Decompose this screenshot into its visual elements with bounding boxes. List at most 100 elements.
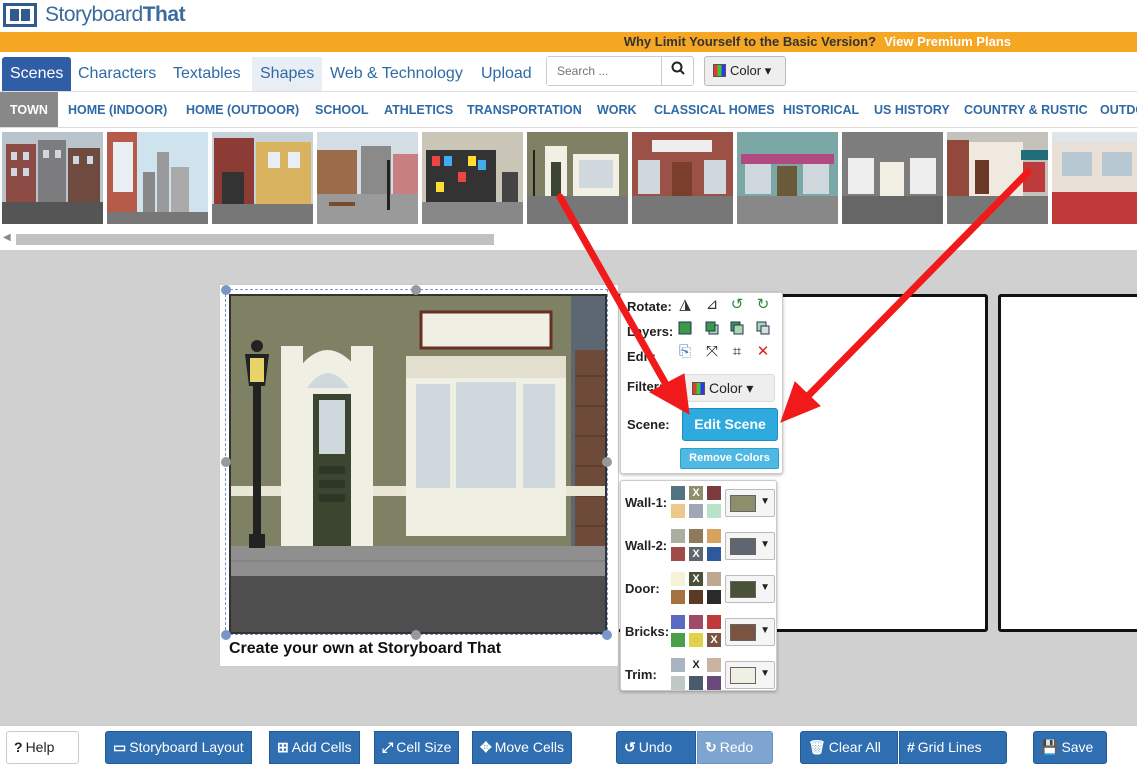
resize-handle[interactable] bbox=[221, 457, 231, 467]
rotate-right-icon[interactable]: ↻ bbox=[755, 297, 771, 313]
tab-textables[interactable]: Textables bbox=[165, 57, 249, 91]
wall-2-color-picker[interactable]: ▼ bbox=[725, 532, 775, 560]
color-swatch[interactable] bbox=[671, 633, 685, 647]
move-cells-button[interactable]: ✥ Move Cells bbox=[472, 731, 572, 764]
delete-icon[interactable]: ✕ bbox=[755, 344, 771, 360]
color-swatch-selected[interactable]: X bbox=[689, 486, 703, 500]
category-us-history[interactable]: US HISTORY bbox=[866, 92, 958, 127]
filter-color-button[interactable]: Color ▾ bbox=[681, 374, 775, 402]
grid-lines-button[interactable]: # Grid Lines bbox=[899, 731, 1007, 764]
scrollbar-thumb[interactable] bbox=[16, 234, 494, 245]
thumbnail-scrollbar[interactable]: ◀ bbox=[0, 226, 1137, 250]
category-home-indoor[interactable]: HOME (INDOOR) bbox=[60, 92, 175, 127]
scene-thumbnail[interactable] bbox=[2, 132, 103, 224]
premium-plans-link[interactable]: View Premium Plans bbox=[884, 34, 1011, 49]
category-work[interactable]: WORK bbox=[589, 92, 645, 127]
color-swatch[interactable] bbox=[707, 615, 721, 629]
redo-button[interactable]: ↻ Redo bbox=[697, 731, 773, 764]
add-cells-button[interactable]: ⊞ Add Cells bbox=[269, 731, 360, 764]
fit-to-cell-icon[interactable]: ⤧ bbox=[704, 344, 720, 360]
color-swatch-selected[interactable]: X bbox=[689, 547, 703, 561]
crop-icon[interactable]: ⌗ bbox=[729, 344, 745, 360]
storyboard-cell-3[interactable] bbox=[998, 294, 1137, 632]
storyboard-layout-button[interactable]: ▭ Storyboard Layout bbox=[105, 731, 252, 764]
edit-scene-button[interactable]: Edit Scene bbox=[682, 408, 778, 441]
search-button[interactable] bbox=[661, 57, 693, 85]
category-town[interactable]: TOWN bbox=[0, 92, 58, 127]
save-button[interactable]: 💾 Save bbox=[1033, 731, 1107, 764]
resize-handle[interactable] bbox=[221, 285, 231, 295]
color-swatch[interactable] bbox=[707, 658, 721, 672]
copy-icon[interactable]: ⎘ bbox=[677, 344, 693, 360]
clear-all-button[interactable]: 🗑 Clear All bbox=[800, 731, 898, 764]
color-swatch[interactable] bbox=[671, 590, 685, 604]
cell-size-button[interactable]: ⤢ Cell Size bbox=[374, 731, 460, 764]
color-swatch[interactable] bbox=[707, 529, 721, 543]
color-swatch[interactable] bbox=[689, 590, 703, 604]
scene-thumbnail[interactable] bbox=[422, 132, 523, 224]
storyboard-that-logo[interactable]: StoryboardThat bbox=[3, 3, 186, 27]
bricks-color-picker[interactable]: ▼ bbox=[725, 618, 775, 646]
tab-scenes[interactable]: Scenes bbox=[2, 57, 72, 91]
tab-upload[interactable]: Upload bbox=[473, 57, 540, 91]
rotate-left-icon[interactable]: ↺ bbox=[729, 297, 745, 313]
search-input[interactable] bbox=[547, 57, 663, 85]
scene-thumbnail[interactable] bbox=[737, 132, 838, 224]
send-backward-icon[interactable] bbox=[729, 321, 745, 337]
category-historical[interactable]: HISTORICAL bbox=[775, 92, 867, 127]
wall-1-color-picker[interactable]: ▼ bbox=[725, 489, 775, 517]
category-school[interactable]: SCHOOL bbox=[307, 92, 376, 127]
scene-thumbnail[interactable] bbox=[212, 132, 313, 224]
tab-characters[interactable]: Characters bbox=[70, 57, 164, 91]
scene-thumbnail[interactable] bbox=[842, 132, 943, 224]
scene-thumbnail[interactable] bbox=[947, 132, 1048, 224]
trim-color-picker[interactable]: ▼ bbox=[725, 661, 775, 689]
category-country-rustic[interactable]: COUNTRY & RUSTIC bbox=[956, 92, 1096, 127]
color-swatch[interactable] bbox=[707, 572, 721, 586]
category-transportation[interactable]: TRANSPORTATION bbox=[459, 92, 590, 127]
category-classical-homes[interactable]: CLASSICAL HOMES bbox=[646, 92, 783, 127]
color-swatch[interactable] bbox=[671, 676, 685, 690]
resize-handle[interactable] bbox=[602, 457, 612, 467]
color-swatch-selected[interactable]: X bbox=[689, 658, 703, 672]
color-swatch[interactable] bbox=[671, 658, 685, 672]
color-filter-button[interactable]: Color ▾ bbox=[704, 56, 786, 86]
color-swatch[interactable] bbox=[689, 633, 703, 647]
color-swatch[interactable] bbox=[671, 572, 685, 586]
scene-thumbnail[interactable] bbox=[527, 132, 628, 224]
flip-horizontal-icon[interactable]: ◮ bbox=[677, 297, 693, 313]
color-swatch[interactable] bbox=[689, 615, 703, 629]
resize-handle[interactable] bbox=[411, 630, 421, 640]
undo-button[interactable]: ↺ Undo bbox=[616, 731, 696, 764]
color-swatch[interactable] bbox=[671, 486, 685, 500]
resize-handle[interactable] bbox=[602, 630, 612, 640]
color-swatch[interactable] bbox=[689, 504, 703, 518]
bring-forward-icon[interactable] bbox=[704, 321, 720, 337]
color-swatch[interactable] bbox=[689, 676, 703, 690]
color-swatch[interactable] bbox=[707, 486, 721, 500]
color-swatch[interactable] bbox=[707, 676, 721, 690]
category-home-outdoor[interactable]: HOME (OUTDOOR) bbox=[178, 92, 307, 127]
scene-thumbnail[interactable] bbox=[107, 132, 208, 224]
color-swatch-selected[interactable]: X bbox=[689, 572, 703, 586]
resize-handle[interactable] bbox=[411, 285, 421, 295]
color-swatch[interactable] bbox=[671, 529, 685, 543]
color-swatch[interactable] bbox=[707, 504, 721, 518]
door-color-picker[interactable]: ▼ bbox=[725, 575, 775, 603]
color-swatch[interactable] bbox=[707, 590, 721, 604]
scene-thumbnail[interactable] bbox=[1052, 132, 1137, 224]
tab-shapes[interactable]: Shapes bbox=[252, 57, 323, 91]
color-swatch[interactable] bbox=[671, 615, 685, 629]
send-to-back-icon[interactable] bbox=[755, 321, 771, 337]
scroll-left-icon[interactable]: ◀ bbox=[3, 232, 11, 243]
color-swatch-selected[interactable]: X bbox=[707, 633, 721, 647]
help-button[interactable]: ? Help bbox=[6, 731, 79, 764]
scene-thumbnail[interactable] bbox=[632, 132, 733, 224]
color-swatch[interactable] bbox=[671, 504, 685, 518]
category-outdoor[interactable]: OUTDO bbox=[1092, 92, 1137, 127]
resize-handle[interactable] bbox=[221, 630, 231, 640]
category-athletics[interactable]: ATHLETICS bbox=[376, 92, 461, 127]
color-swatch[interactable] bbox=[707, 547, 721, 561]
flip-vertical-icon[interactable]: ⊿ bbox=[704, 297, 720, 313]
tab-web-technology[interactable]: Web & Technology bbox=[322, 57, 471, 91]
